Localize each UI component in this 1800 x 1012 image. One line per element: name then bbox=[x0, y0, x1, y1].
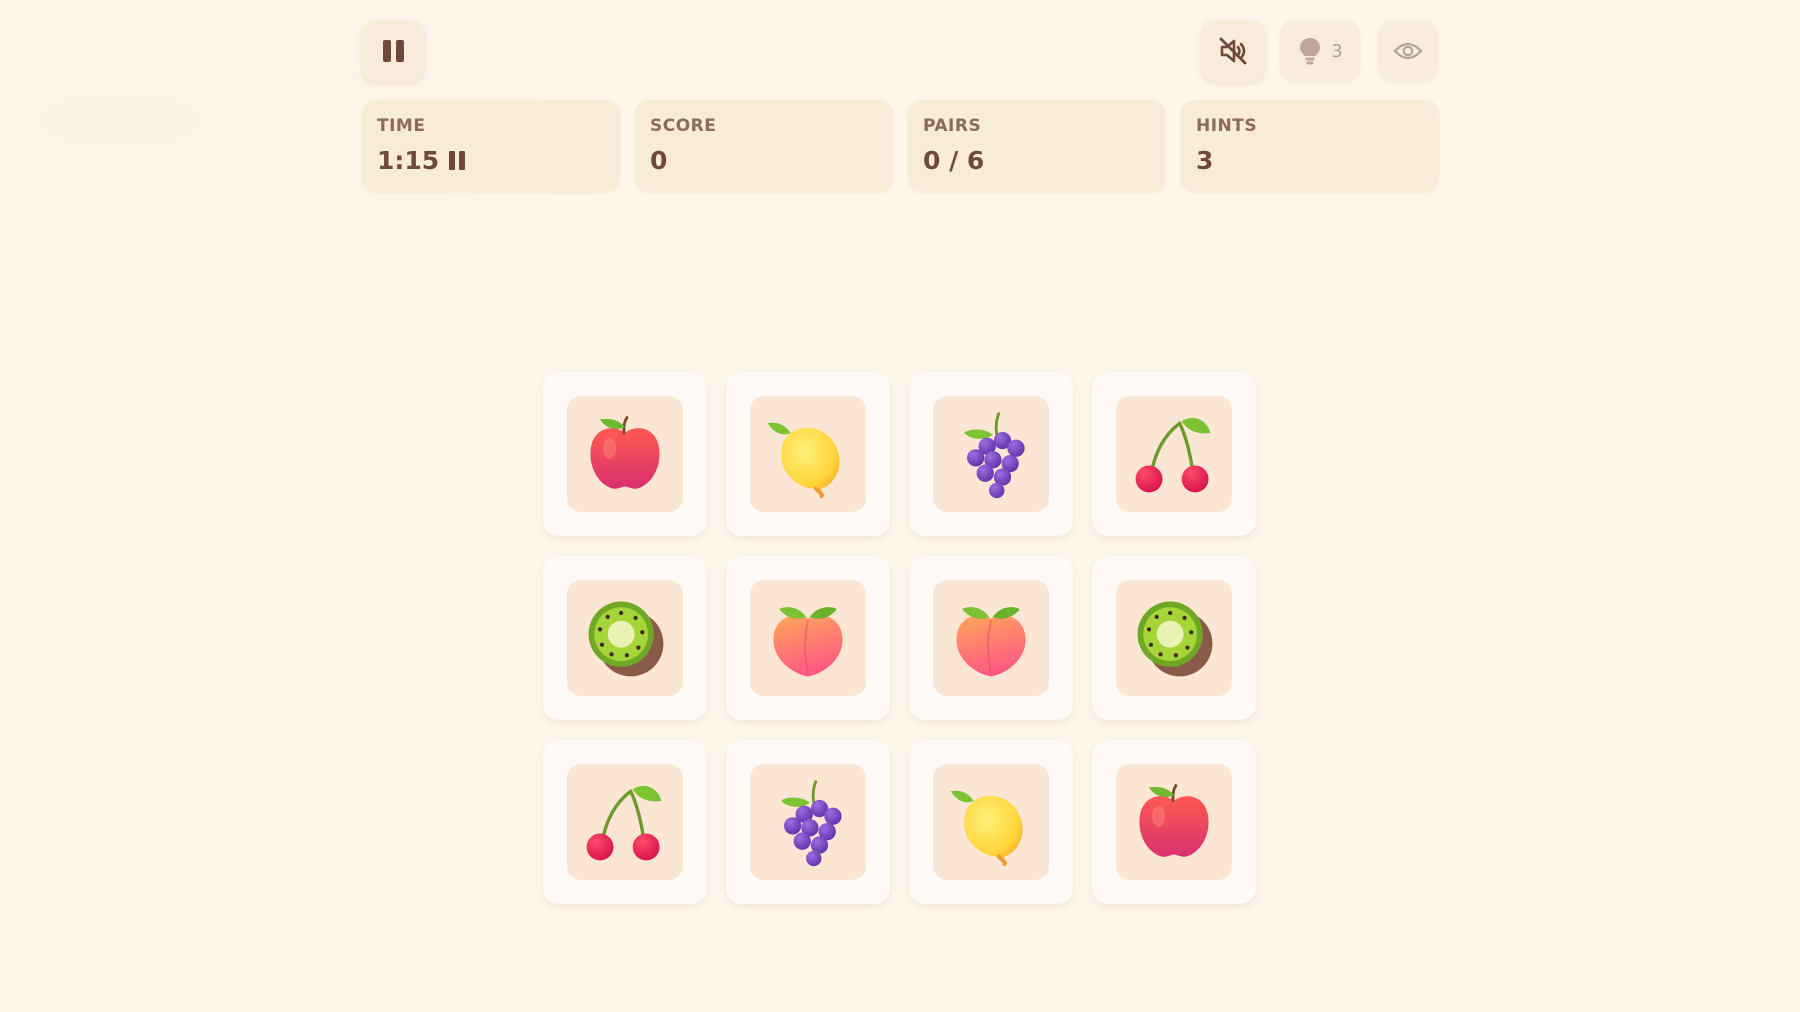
pairs-value: 0 / 6 bbox=[923, 146, 985, 175]
grapes-icon bbox=[750, 764, 866, 880]
memory-card[interactable] bbox=[1092, 372, 1256, 536]
peach-icon bbox=[750, 580, 866, 696]
grapes-icon bbox=[933, 396, 1049, 512]
memory-card[interactable] bbox=[909, 740, 1073, 904]
memory-card[interactable] bbox=[543, 372, 707, 536]
score-panel: SCORE 0 bbox=[635, 100, 893, 192]
speaker-muted-icon bbox=[1219, 37, 1247, 65]
eye-icon bbox=[1393, 42, 1423, 60]
apple-icon bbox=[567, 396, 683, 512]
hints-label: HINTS bbox=[1196, 116, 1258, 136]
memory-card[interactable] bbox=[726, 556, 890, 720]
hints-value: 3 bbox=[1196, 146, 1214, 175]
memory-card[interactable] bbox=[909, 556, 1073, 720]
hint-button[interactable]: 3 bbox=[1280, 20, 1360, 82]
memory-card[interactable] bbox=[909, 372, 1073, 536]
time-value: 1:15 bbox=[377, 146, 440, 175]
apple-icon bbox=[1116, 764, 1232, 880]
lemon-icon bbox=[750, 396, 866, 512]
kiwi-icon bbox=[1116, 580, 1232, 696]
pause-button[interactable] bbox=[362, 20, 424, 82]
memory-card[interactable] bbox=[726, 740, 890, 904]
score-label: SCORE bbox=[650, 116, 717, 136]
kiwi-icon bbox=[567, 580, 683, 696]
card-grid bbox=[543, 372, 1256, 904]
reveal-button[interactable] bbox=[1378, 20, 1438, 82]
hints-panel: HINTS 3 bbox=[1181, 100, 1439, 192]
pause-icon bbox=[382, 40, 404, 62]
time-label: TIME bbox=[377, 116, 426, 136]
memory-card[interactable] bbox=[1092, 556, 1256, 720]
cherries-icon bbox=[1116, 396, 1232, 512]
cherries-icon bbox=[567, 764, 683, 880]
memory-card[interactable] bbox=[726, 372, 890, 536]
peach-icon bbox=[933, 580, 1049, 696]
memory-card[interactable] bbox=[543, 556, 707, 720]
lightbulb-icon bbox=[1300, 38, 1321, 65]
lemon-icon bbox=[933, 764, 1049, 880]
paused-icon bbox=[449, 151, 466, 170]
mute-button[interactable] bbox=[1201, 20, 1265, 82]
memory-card[interactable] bbox=[1092, 740, 1256, 904]
hint-count: 3 bbox=[1331, 40, 1343, 62]
pairs-panel: PAIRS 0 / 6 bbox=[908, 100, 1166, 192]
memory-card[interactable] bbox=[543, 740, 707, 904]
time-panel: TIME 1:15 bbox=[362, 100, 620, 192]
pairs-label: PAIRS bbox=[923, 116, 982, 136]
score-value: 0 bbox=[650, 146, 668, 175]
